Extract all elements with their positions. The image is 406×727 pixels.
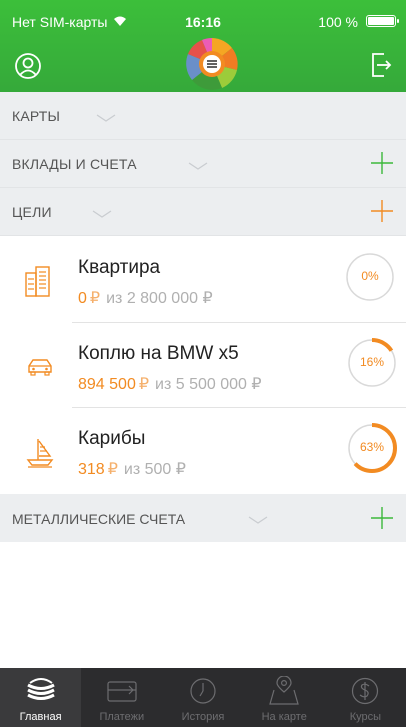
logo-icon	[186, 38, 238, 90]
goal-saved: 318	[78, 461, 105, 478]
profile-button[interactable]	[14, 52, 42, 80]
tab-home[interactable]: Главная	[0, 668, 82, 727]
tab-label: Курсы	[349, 711, 382, 723]
tab-map[interactable]: На карте	[244, 668, 325, 727]
sber-logo-pie[interactable]	[184, 36, 240, 92]
goal-target: из 500 ₽	[123, 461, 186, 478]
goal-title: Коплю на BMW x5	[78, 343, 239, 364]
tab-rates[interactable]: Курсы	[325, 668, 406, 727]
tab-payments[interactable]: Платежи	[81, 668, 162, 727]
goal-currency: ₽	[138, 376, 150, 393]
section-metal-accounts[interactable]: МЕТАЛЛИЧЕСКИЕ СЧЕТА	[0, 494, 406, 542]
goal-item-caribbean[interactable]: Карибы 318 ₽ из 500 ₽ 63%	[26, 407, 406, 492]
sber-logo-icon	[26, 678, 55, 700]
tab-label: Главная	[19, 711, 62, 723]
goal-progress-label: 16%	[359, 355, 385, 369]
chevron-down-icon	[248, 516, 268, 524]
logout-button[interactable]	[368, 50, 392, 80]
goal-saved: 894 500	[78, 376, 136, 393]
tab-label: На карте	[261, 711, 307, 723]
account-sections: КАРТЫ ВКЛАДЫ И СЧЕТА ЦЕЛИ	[0, 92, 406, 236]
map-pin-icon	[269, 676, 299, 705]
dollar-icon	[352, 677, 379, 705]
goal-item-apartment[interactable]: Квартира 0 ₽ из 2 800 000 ₽ 0%	[0, 237, 406, 322]
goals-list: Квартира 0 ₽ из 2 800 000 ₽ 0% Коплю на BM…	[0, 237, 406, 492]
app-header: Нет SIM-карты 16:16 100 %	[0, 0, 406, 92]
car-icon	[28, 359, 52, 376]
goal-progress-label: 63%	[359, 440, 385, 454]
tab-history[interactable]: История	[162, 668, 243, 727]
user-icon	[15, 53, 41, 79]
card-icon	[107, 681, 137, 702]
chevron-down-icon	[92, 210, 112, 218]
add-goal-icon[interactable]	[370, 199, 394, 223]
logout-icon	[372, 53, 392, 77]
goal-amount: 318 ₽ из 500 ₽	[78, 459, 186, 479]
section-label: КАРТЫ	[12, 108, 61, 124]
goal-target: из 2 800 000 ₽	[106, 290, 213, 307]
tab-label: Платежи	[99, 711, 145, 723]
section-label: МЕТАЛЛИЧЕСКИЕ СЧЕТА	[12, 511, 186, 527]
add-metal-account-icon[interactable]	[370, 506, 394, 530]
goal-target: из 5 500 000 ₽	[155, 376, 262, 393]
goal-title: Квартира	[78, 257, 161, 278]
battery-percent: 100 %	[318, 14, 358, 30]
goal-title: Карибы	[78, 428, 146, 449]
add-deposit-icon[interactable]	[370, 151, 394, 175]
battery-icon	[366, 15, 399, 27]
section-label: ВКЛАДЫ И СЧЕТА	[12, 156, 137, 172]
goal-currency: ₽	[107, 461, 118, 478]
goal-progress-label: 0%	[361, 269, 379, 283]
tab-label: История	[181, 711, 225, 723]
goal-progress-ring[interactable]: 0%	[344, 251, 396, 303]
goal-progress-ring[interactable]: 63%	[346, 422, 398, 474]
chevron-down-icon	[188, 162, 208, 170]
section-goals[interactable]: ЦЕЛИ	[0, 188, 406, 236]
chevron-down-icon	[96, 114, 116, 122]
status-bar: Нет SIM-карты 16:16 100 %	[0, 0, 406, 36]
section-label: ЦЕЛИ	[12, 204, 52, 220]
goal-amount: 0 ₽ из 2 800 000 ₽	[78, 288, 213, 308]
section-deposits[interactable]: ВКЛАДЫ И СЧЕТА	[0, 140, 406, 188]
bottom-tab-bar: Главная Платежи История На карте Курсы	[0, 668, 406, 727]
goal-saved: 0	[78, 290, 87, 307]
goal-amount: 894 500 ₽ из 5 500 000 ₽	[78, 374, 262, 394]
clock-icon	[190, 678, 216, 704]
section-cards[interactable]: КАРТЫ	[0, 92, 406, 140]
sailboat-icon	[26, 439, 54, 468]
goal-progress-ring[interactable]: 16%	[346, 337, 398, 389]
goal-currency: ₽	[89, 290, 101, 307]
building-icon	[25, 266, 50, 297]
goal-item-car[interactable]: Коплю на BMW x5 894 500 ₽ из 5 500 000 ₽ 1…	[28, 322, 406, 407]
